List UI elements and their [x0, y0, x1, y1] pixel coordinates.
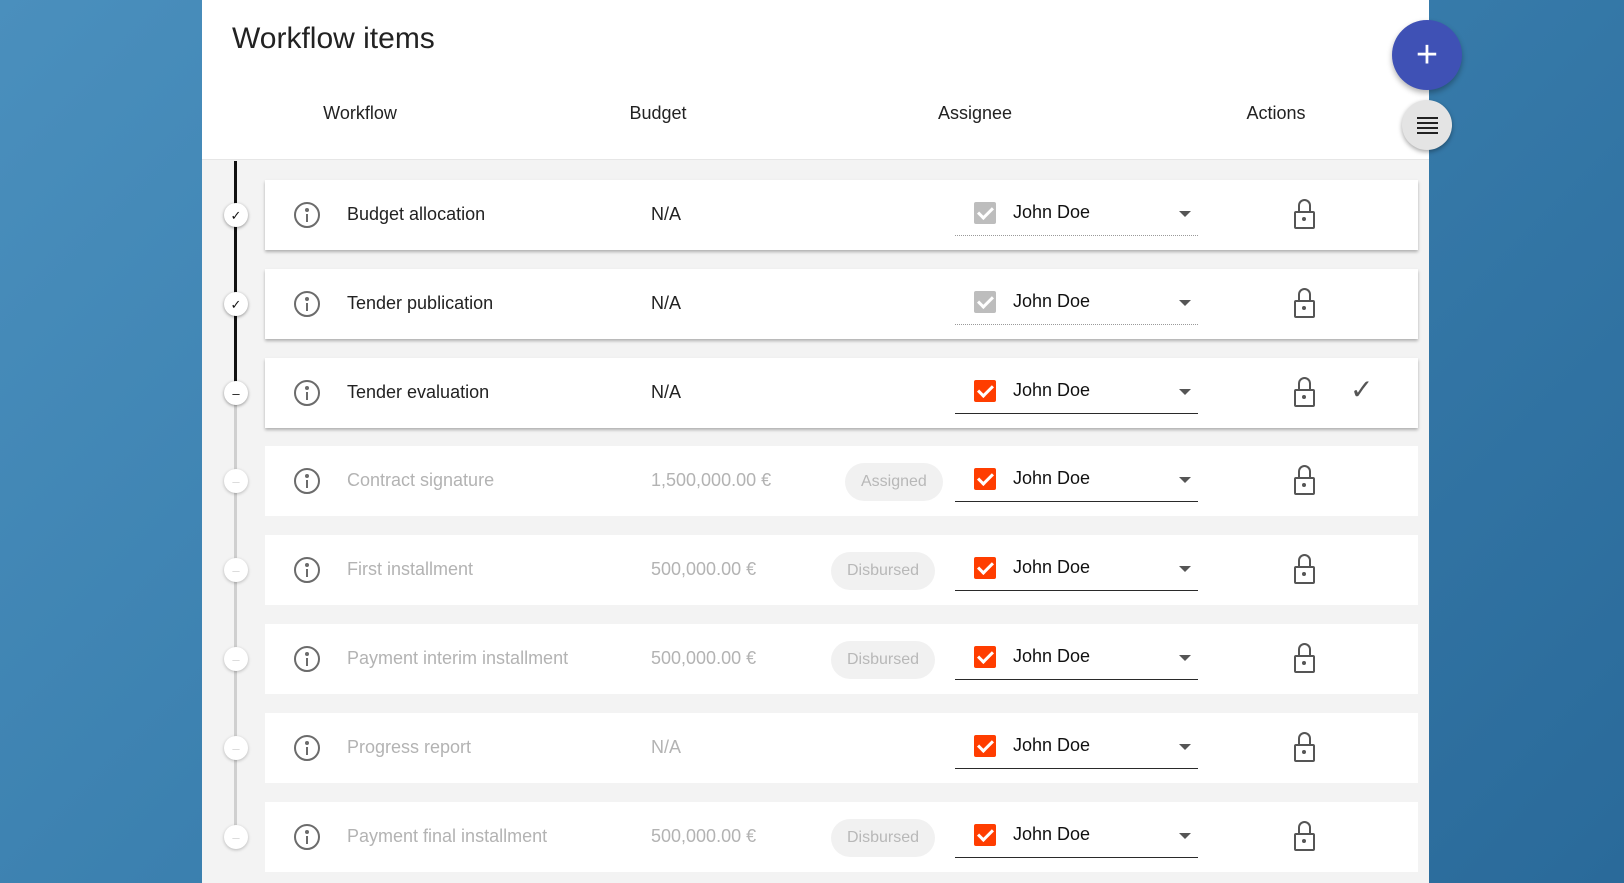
timeline-done-line: [234, 161, 237, 392]
assignee-select[interactable]: John Doe: [955, 725, 1198, 769]
lock-open-icon[interactable]: [1293, 643, 1319, 675]
assignee-name: John Doe: [1013, 824, 1091, 844]
workflow-name: Tender evaluation: [347, 382, 490, 402]
info-icon[interactable]: [294, 824, 320, 850]
step-pending-icon: –: [224, 736, 248, 760]
assignee-name: John Doe: [1013, 380, 1091, 400]
assignee-name: John Doe: [1013, 646, 1091, 666]
add-item-button[interactable]: +: [1392, 20, 1462, 90]
assignee-checkbox[interactable]: [974, 380, 996, 402]
assignee-checkbox[interactable]: [974, 557, 996, 579]
assignee-select[interactable]: John Doe: [955, 370, 1198, 414]
table-row[interactable]: Payment final installment 500,000.00 € Dis…: [265, 802, 1418, 872]
assignee-name: John Doe: [1013, 202, 1091, 222]
table-row[interactable]: Tender evaluation N/A John Doe ✓: [265, 358, 1418, 428]
table-row[interactable]: Contract signature 1,500,000.00 € Assigned…: [265, 446, 1418, 516]
assignee-checkbox[interactable]: [974, 824, 996, 846]
chevron-down-icon[interactable]: [1179, 211, 1191, 217]
info-icon[interactable]: [294, 646, 320, 672]
assignee-name: John Doe: [1013, 557, 1091, 577]
step-done-icon: ✓: [224, 292, 248, 316]
plus-icon: +: [1415, 34, 1439, 76]
lock-open-icon[interactable]: [1293, 377, 1319, 409]
assignee-checkbox[interactable]: [974, 646, 996, 668]
step-pending-icon: –: [224, 381, 248, 405]
column-header-budget: Budget: [629, 103, 687, 123]
assignee-checkbox[interactable]: [974, 202, 996, 224]
workflow-name: Budget allocation: [347, 204, 486, 224]
budget-value: 500,000.00 €: [651, 559, 757, 579]
step-done-icon: ✓: [224, 203, 248, 227]
step-pending-icon: –: [224, 558, 248, 582]
chevron-down-icon[interactable]: [1179, 833, 1191, 839]
assignee-select[interactable]: John Doe: [955, 636, 1198, 680]
lock-open-icon[interactable]: [1293, 465, 1319, 497]
budget-value: N/A: [651, 293, 682, 313]
status-badge: Disbursed: [831, 641, 936, 679]
step-pending-icon: –: [224, 469, 248, 493]
table-row[interactable]: Budget allocation N/A John Doe: [265, 180, 1418, 250]
step-pending-icon: –: [224, 825, 248, 849]
lock-open-icon[interactable]: [1293, 554, 1319, 586]
info-icon[interactable]: [294, 735, 320, 761]
lock-open-icon[interactable]: [1293, 821, 1319, 853]
budget-value: 500,000.00 €: [651, 826, 757, 846]
reorder-list-button[interactable]: [1402, 100, 1452, 150]
budget-value: 500,000.00 €: [651, 648, 757, 668]
page-title: Workflow items: [232, 22, 435, 55]
workflow-name: Contract signature: [347, 470, 495, 490]
assignee-checkbox[interactable]: [974, 291, 996, 313]
lock-open-icon[interactable]: [1293, 199, 1319, 231]
info-icon[interactable]: [294, 291, 320, 317]
assignee-name: John Doe: [1013, 735, 1091, 755]
status-badge: Disbursed: [831, 552, 936, 590]
status-badge: Assigned: [845, 463, 943, 501]
budget-value: N/A: [651, 382, 682, 402]
table-row[interactable]: Progress report N/A John Doe: [265, 713, 1418, 783]
budget-value: 1,500,000.00 €: [651, 470, 772, 490]
chevron-down-icon[interactable]: [1179, 477, 1191, 483]
budget-value: N/A: [651, 737, 682, 757]
workflow-name: Progress report: [347, 737, 472, 757]
column-header-actions: Actions: [1246, 103, 1306, 123]
status-badge: Disbursed: [831, 819, 936, 857]
info-icon[interactable]: [294, 557, 320, 583]
workflow-name: First installment: [347, 559, 474, 579]
info-icon[interactable]: [294, 468, 320, 494]
chevron-down-icon[interactable]: [1179, 566, 1191, 572]
budget-value: N/A: [651, 204, 682, 224]
chevron-down-icon[interactable]: [1179, 389, 1191, 395]
assignee-checkbox[interactable]: [974, 735, 996, 757]
table-row[interactable]: Payment interim installment 500,000.00 € D…: [265, 624, 1418, 694]
close-step-check-icon[interactable]: ✓: [1350, 376, 1373, 404]
workflow-name: Tender publication: [347, 293, 494, 313]
table-row[interactable]: Tender publication N/A John Doe: [265, 269, 1418, 339]
info-icon[interactable]: [294, 202, 320, 228]
workflow-name: Payment final installment: [347, 826, 548, 846]
assignee-select[interactable]: John Doe: [955, 458, 1198, 502]
info-icon[interactable]: [294, 380, 320, 406]
assignee-name: John Doe: [1013, 291, 1091, 311]
assignee-select[interactable]: John Doe: [955, 547, 1198, 591]
workflow-name: Payment interim installment: [347, 648, 569, 668]
panel-header: Workflow items Workflow Budget Assignee …: [202, 0, 1429, 160]
workflow-panel: Workflow items Workflow Budget Assignee …: [202, 0, 1429, 883]
chevron-down-icon[interactable]: [1179, 300, 1191, 306]
table-row[interactable]: First installment 500,000.00 € Disbursed Jo…: [265, 535, 1418, 605]
timeline-pending-line: [234, 392, 237, 847]
column-header-workflow: Workflow: [323, 103, 397, 123]
assignee-checkbox[interactable]: [974, 468, 996, 490]
chevron-down-icon[interactable]: [1179, 744, 1191, 750]
lock-open-icon[interactable]: [1293, 732, 1319, 764]
lock-open-icon[interactable]: [1293, 288, 1319, 320]
assignee-select[interactable]: John Doe: [955, 814, 1198, 858]
column-header-assignee: Assignee: [937, 103, 1013, 123]
assignee-name: John Doe: [1013, 468, 1091, 488]
chevron-down-icon[interactable]: [1179, 655, 1191, 661]
assignee-select[interactable]: John Doe: [955, 192, 1198, 236]
assignee-select[interactable]: John Doe: [955, 281, 1198, 325]
step-pending-icon: –: [224, 647, 248, 671]
